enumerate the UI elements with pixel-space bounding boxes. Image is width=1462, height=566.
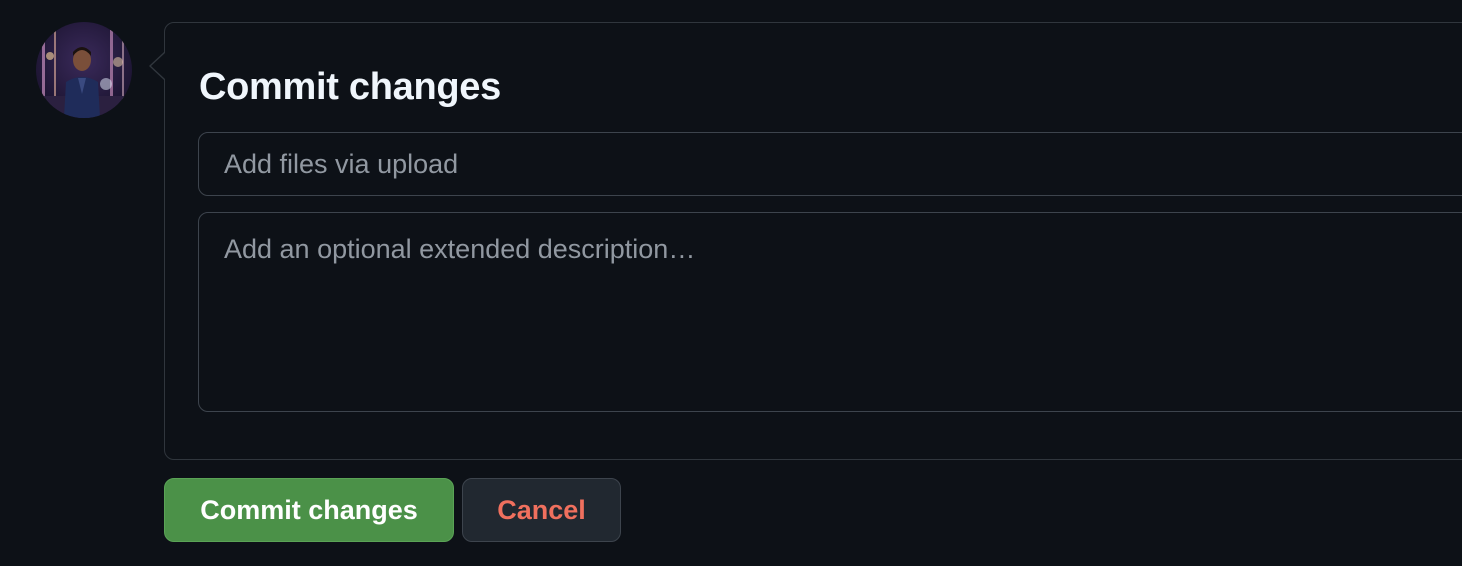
commit-changes-button[interactable]: Commit changes — [164, 478, 454, 542]
cancel-button[interactable]: Cancel — [462, 478, 621, 542]
user-avatar[interactable] — [36, 22, 132, 118]
commit-form-title: Commit changes — [199, 66, 501, 108]
avatar-photo — [36, 22, 132, 118]
commit-summary-input[interactable] — [198, 132, 1462, 196]
commit-description-input[interactable] — [198, 212, 1462, 412]
commit-page: Commit changes Commit changes Cancel — [0, 0, 1462, 566]
